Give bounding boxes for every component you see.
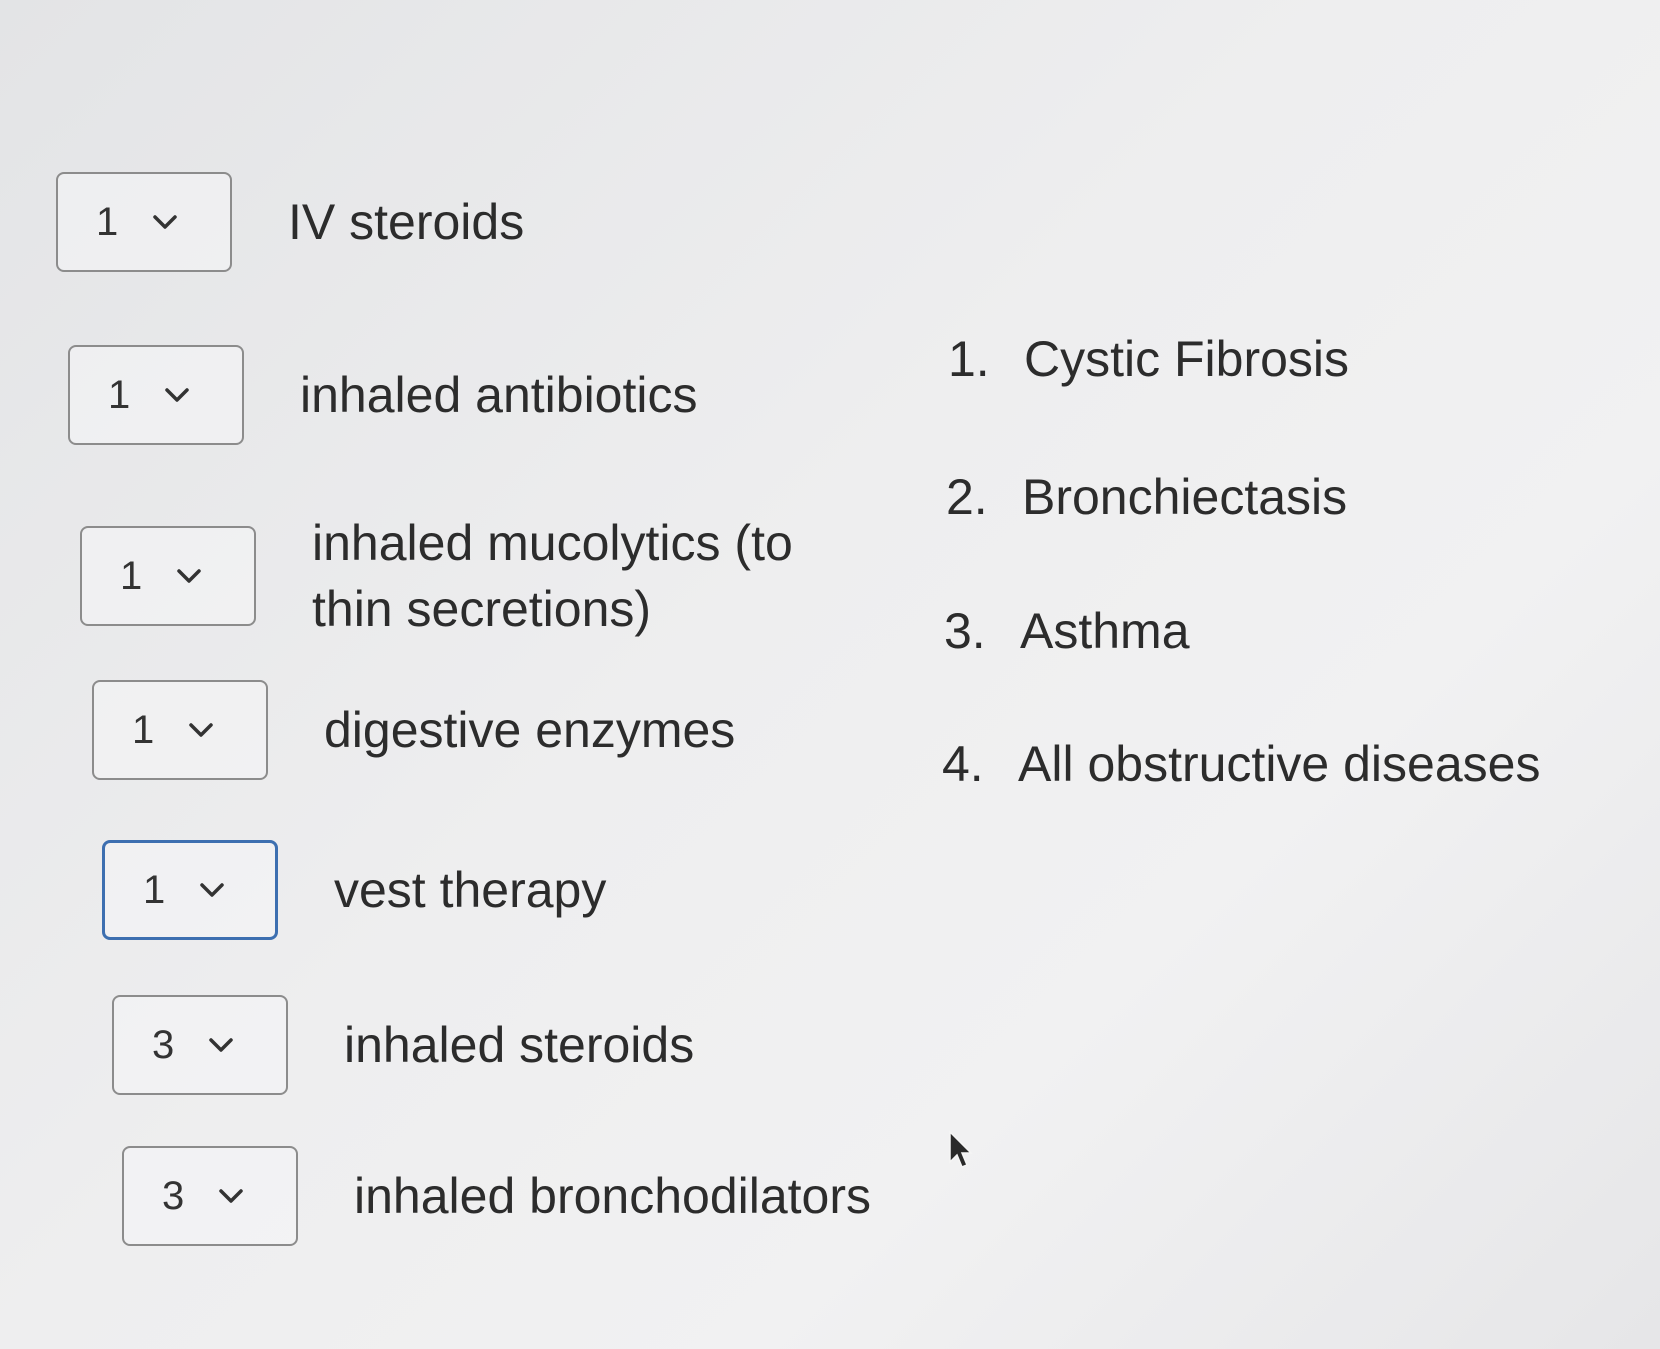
choice-number: 1. [948, 331, 990, 387]
choice-bronchiectasis: 2. Bronchiectasis [946, 468, 1347, 526]
choice-label: All obstructive diseases [1018, 736, 1541, 792]
match-row-inhaled-bronchodilators: 3 inhaled bronchodilators [122, 1146, 871, 1246]
match-row-iv-steroids: 1 IV steroids [56, 172, 524, 272]
item-label: inhaled mucolytics (to thin secretions) [312, 515, 793, 637]
match-row-inhaled-mucolytics: 1 inhaled mucolytics (to thin secretions… [80, 510, 872, 642]
dropdown-value: 1 [143, 867, 166, 912]
chevron-down-icon [162, 384, 192, 406]
answer-dropdown[interactable]: 1 [68, 345, 244, 445]
match-row-inhaled-steroids: 3 inhaled steroids [112, 995, 694, 1095]
item-label: inhaled antibiotics [300, 367, 698, 423]
choice-label: Cystic Fibrosis [1024, 331, 1350, 387]
item-label: inhaled bronchodilators [354, 1168, 872, 1224]
match-row-digestive-enzymes: 1 digestive enzymes [92, 680, 735, 780]
match-row-inhaled-antibiotics: 1 inhaled antibiotics [68, 345, 698, 445]
chevron-down-icon [206, 1034, 236, 1056]
choice-all-obstructive-diseases: 4. All obstructive diseases [942, 735, 1540, 793]
dropdown-value: 1 [108, 372, 131, 417]
answer-dropdown[interactable]: 3 [122, 1146, 298, 1246]
dropdown-value: 1 [132, 707, 155, 752]
choice-label: Bronchiectasis [1022, 469, 1348, 525]
answer-dropdown[interactable]: 1 [102, 840, 278, 940]
chevron-down-icon [150, 211, 180, 233]
choice-number: 4. [942, 736, 984, 792]
mouse-cursor-icon [948, 1130, 974, 1170]
choice-number: 2. [946, 469, 988, 525]
item-label: digestive enzymes [324, 702, 736, 758]
chevron-down-icon [174, 565, 204, 587]
chevron-down-icon [197, 879, 227, 901]
choice-number: 3. [944, 603, 986, 659]
choice-label: Asthma [1020, 603, 1190, 659]
dropdown-value: 1 [96, 199, 119, 244]
item-label: inhaled steroids [344, 1017, 695, 1073]
dropdown-value: 3 [162, 1173, 185, 1218]
match-row-vest-therapy: 1 vest therapy [102, 840, 606, 940]
chevron-down-icon [216, 1185, 246, 1207]
answer-dropdown[interactable]: 3 [112, 995, 288, 1095]
choice-asthma: 3. Asthma [944, 602, 1190, 660]
dropdown-value: 3 [152, 1022, 175, 1067]
chevron-down-icon [186, 719, 216, 741]
item-label: IV steroids [288, 194, 525, 250]
choice-cystic-fibrosis: 1. Cystic Fibrosis [948, 330, 1349, 388]
dropdown-value: 1 [120, 553, 143, 598]
item-label: vest therapy [334, 862, 607, 918]
answer-dropdown[interactable]: 1 [56, 172, 232, 272]
answer-dropdown[interactable]: 1 [92, 680, 268, 780]
answer-dropdown[interactable]: 1 [80, 526, 256, 626]
